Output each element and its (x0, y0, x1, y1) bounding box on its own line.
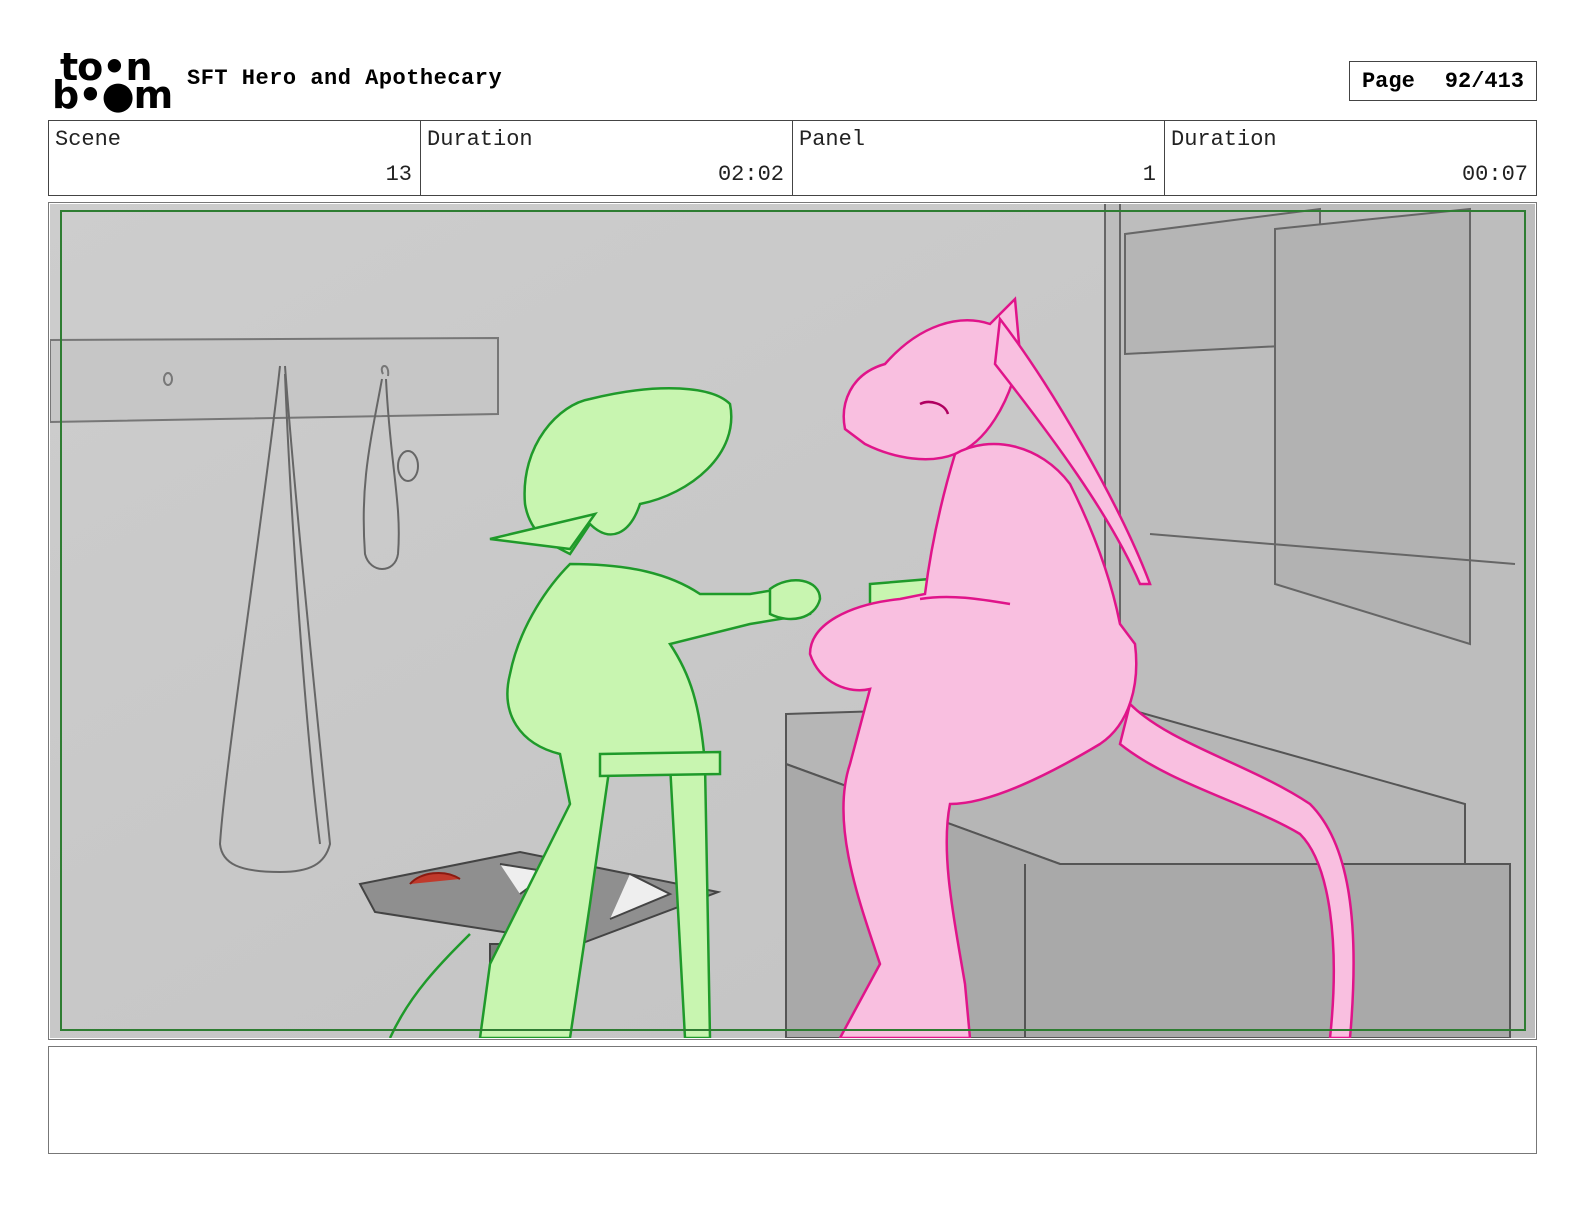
scene-duration-label: Duration (427, 127, 533, 152)
scene-duration-cell: Duration 02:02 (421, 121, 793, 195)
panel-label: Panel (799, 127, 866, 152)
page-number: 92/413 (1444, 68, 1525, 94)
toonboom-logo: to•n b•●m (52, 48, 173, 114)
panel-value: 1 (1142, 162, 1156, 187)
project-title: SFT Hero and Apothecary (187, 66, 503, 91)
scene-value: 13 (385, 162, 412, 187)
panel-notes-box[interactable] (48, 1046, 1537, 1154)
scene-cell: Scene 13 (49, 121, 421, 195)
scene-duration-value: 02:02 (717, 162, 784, 187)
panel-duration-value: 00:07 (1461, 162, 1528, 187)
panel-duration-label: Duration (1171, 127, 1277, 152)
panel-duration-cell: Duration 00:07 (1165, 121, 1536, 195)
logo-line-2: b•●m (52, 73, 173, 117)
panel-cell: Panel 1 (793, 121, 1165, 195)
scene-label: Scene (55, 127, 122, 152)
storyboard-drawing (50, 204, 1535, 1038)
panel-info-row: Scene 13 Duration 02:02 Panel 1 Duration… (48, 120, 1537, 196)
page-label: Page (1361, 68, 1415, 94)
page-indicator: Page 92/413 (1349, 61, 1537, 101)
